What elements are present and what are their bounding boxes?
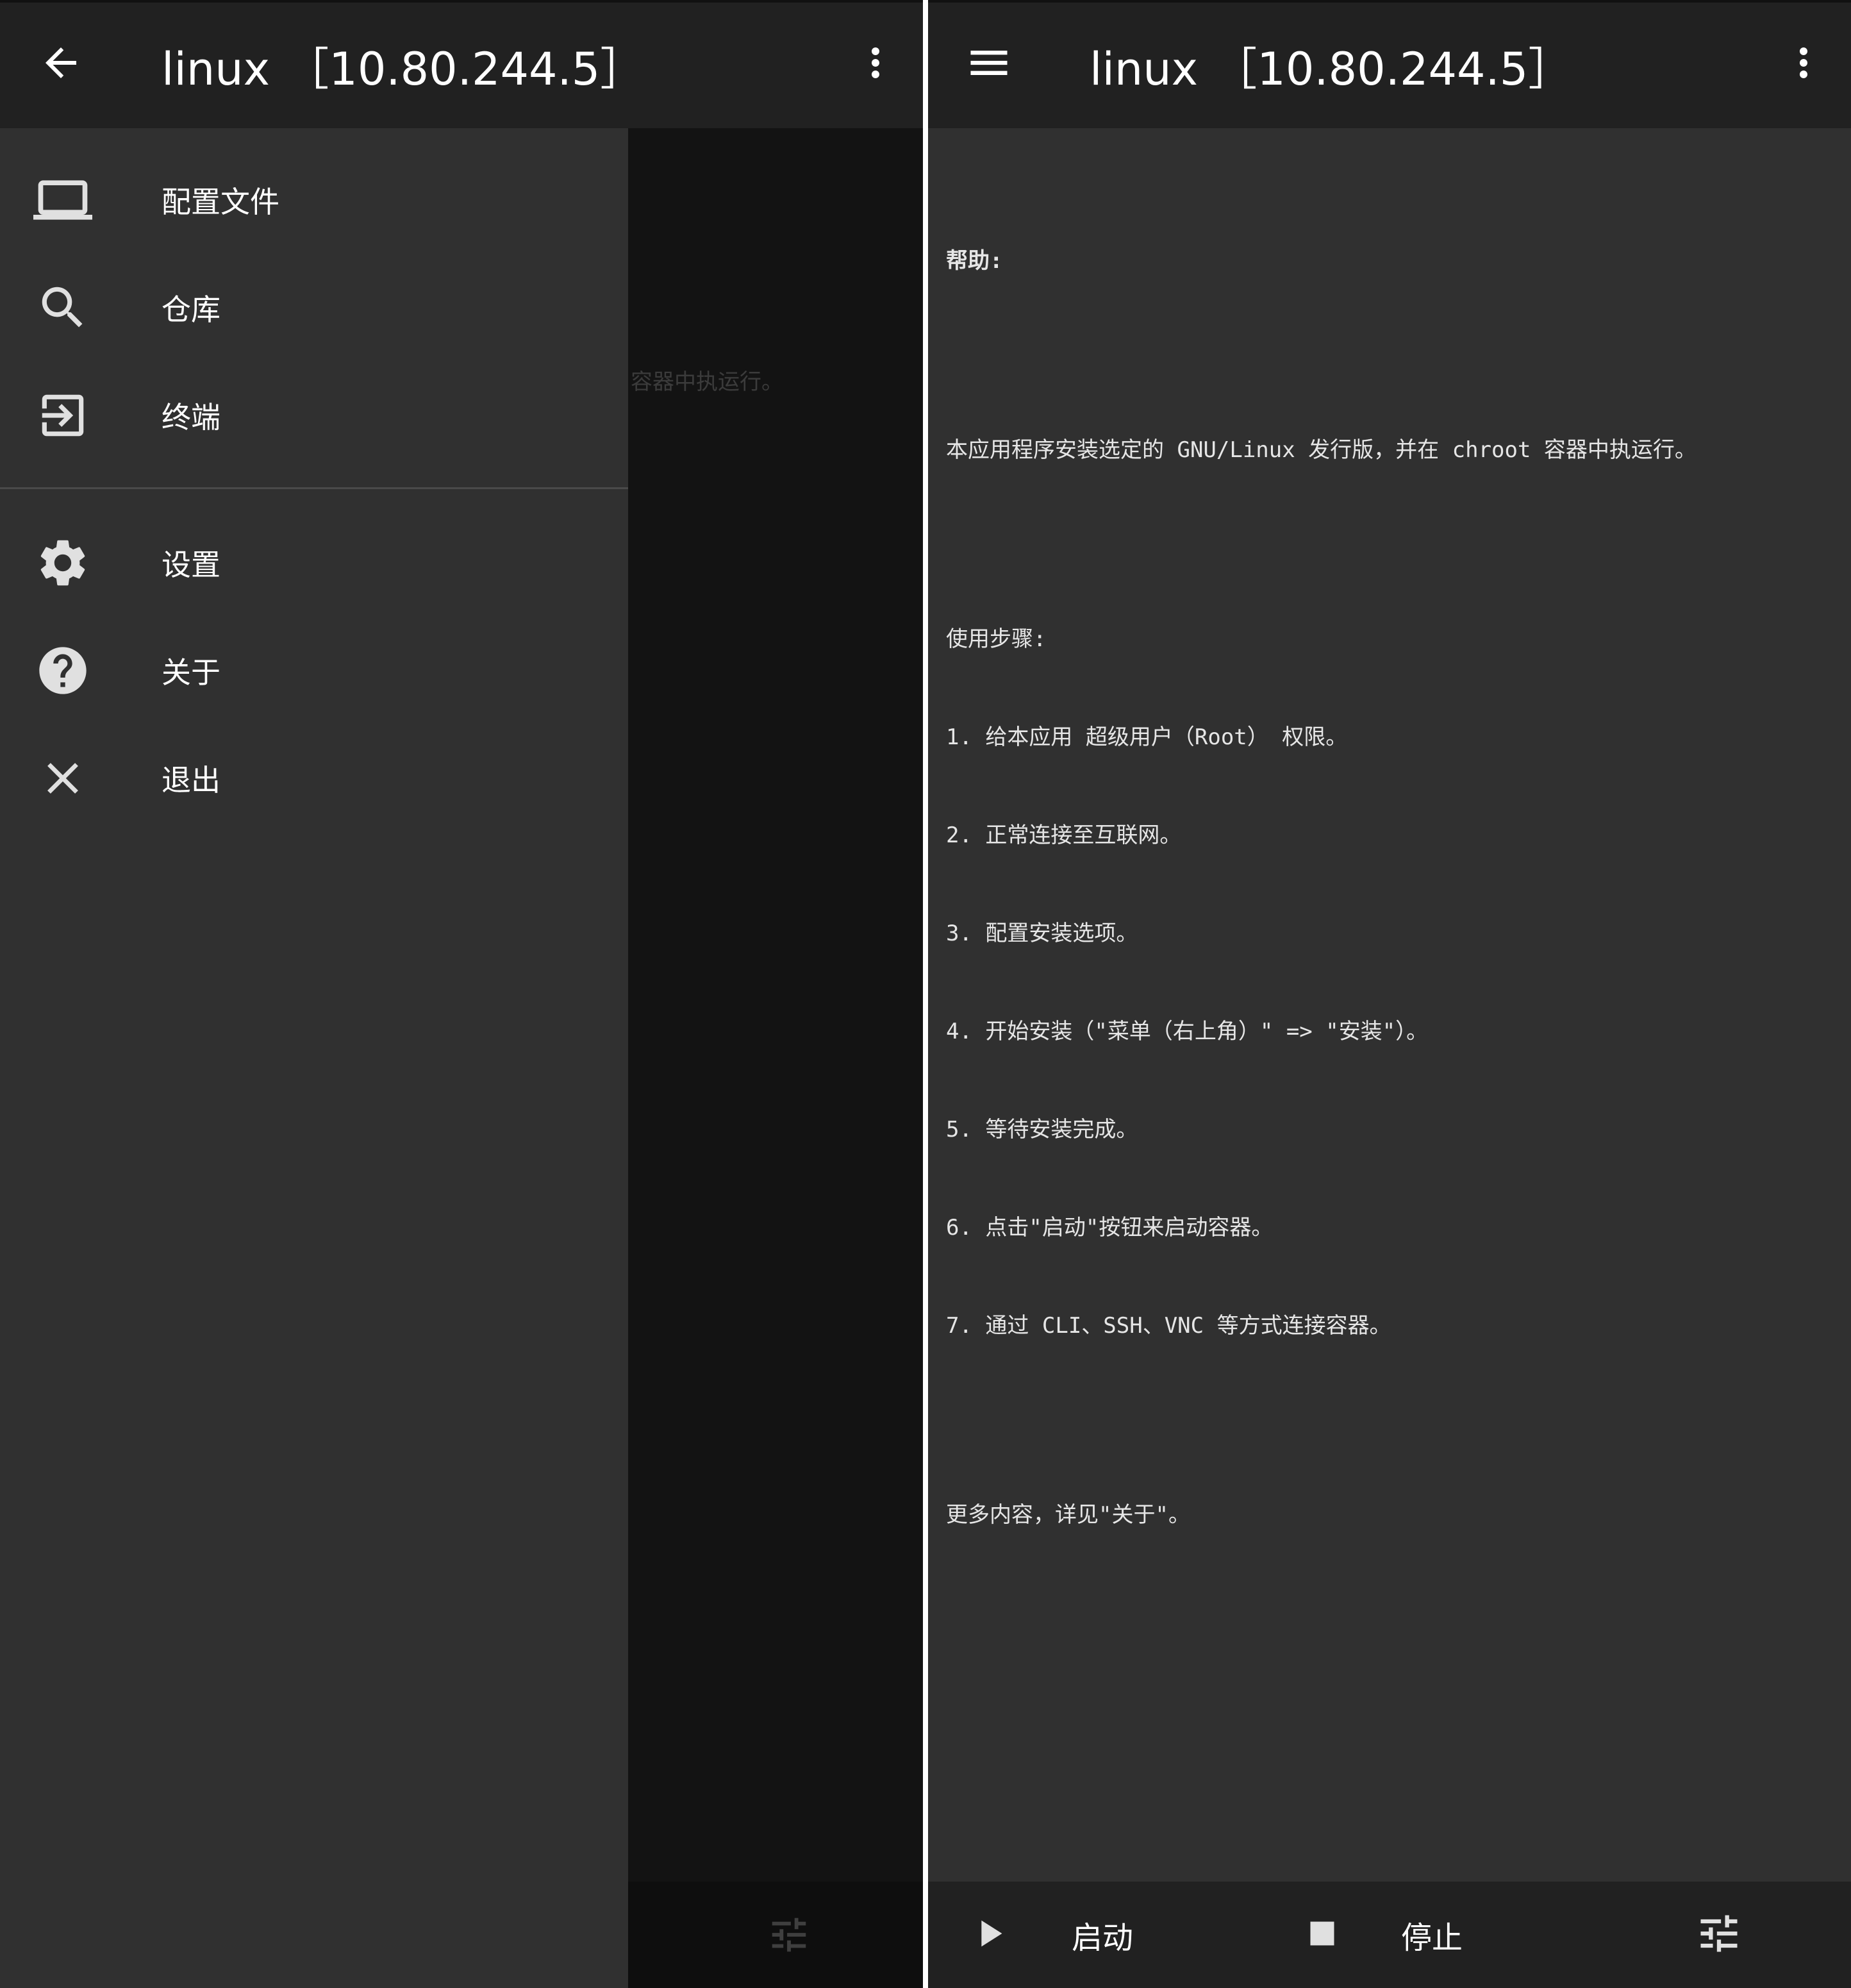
step-item: 3. 配置安装选项。: [946, 921, 1138, 946]
drawer-divider: [0, 487, 628, 489]
drawer-item-about[interactable]: 关于: [0, 617, 628, 724]
stop-label: 停止: [1401, 1920, 1463, 1956]
drawer-item-label: 设置: [162, 547, 220, 582]
background-help-fragment: 容器中执运行。: [631, 369, 783, 395]
help-text: 帮助: 本应用程序安装选定的 GNU/Linux 发行版，并在 chroot 容…: [946, 180, 1837, 1597]
drawer-item-settings[interactable]: 设置: [0, 509, 628, 617]
tune-button[interactable]: [1695, 1882, 1743, 1988]
step-item: 1. 给本应用 超级用户（Root） 权限。: [946, 724, 1348, 750]
drawer-item-label: 退出: [162, 763, 220, 798]
login-icon: [31, 390, 95, 441]
step-item: 7. 通过 CLI、SSH、VNC 等方式连接容器。: [946, 1313, 1391, 1339]
stop-icon: [1299, 1910, 1363, 1960]
stop-button[interactable]: 停止: [1299, 1882, 1463, 1988]
navigation-drawer: 配置文件 仓库 终端 设置 关于 退出: [0, 128, 628, 1988]
search-icon: [31, 282, 95, 333]
app-title: linux ［10.80.244.5］: [162, 43, 645, 96]
drawer-item-label: 终端: [162, 400, 220, 435]
app-bar: linux ［10.80.244.5］: [928, 0, 1851, 128]
menu-icon: [965, 38, 1013, 90]
arrow-back-icon: [38, 40, 84, 88]
drawer-item-profiles[interactable]: 配置文件: [0, 146, 628, 254]
drawer-item-exit[interactable]: 退出: [0, 724, 628, 832]
step-item: 6. 点击"启动"按钮来启动容器。: [946, 1215, 1274, 1240]
step-item: 2. 正常连接至互联网。: [946, 823, 1182, 848]
step-item: 5. 等待安装完成。: [946, 1117, 1138, 1142]
steps-heading: 使用步骤:: [946, 626, 1047, 652]
drawer-item-label: 配置文件: [162, 185, 279, 219]
drawer-item-repository[interactable]: 仓库: [0, 254, 628, 362]
tune-icon: [767, 1912, 811, 1960]
close-icon: [31, 753, 95, 804]
app-bar: linux ［10.80.244.5］: [0, 0, 923, 128]
menu-button[interactable]: [954, 38, 1024, 90]
help-content[interactable]: 帮助: 本应用程序安装选定的 GNU/Linux 发行版，并在 chroot 容…: [928, 128, 1851, 1882]
start-label: 启动: [1072, 1920, 1134, 1956]
overflow-menu-button[interactable]: [1784, 38, 1823, 90]
left-screen: 容器中执运行。 linux ［10.80.244.5］ 配置文件 仓库 终端 设…: [0, 0, 923, 1988]
tune-icon: [1695, 1909, 1743, 1960]
bottom-action-bar: 启动 停止: [928, 1882, 1851, 1988]
step-item: 4. 开始安装（"菜单（右上角）" => "安装"）。: [946, 1019, 1429, 1044]
help-heading: 帮助:: [946, 248, 1003, 274]
more-vert-icon: [852, 40, 899, 88]
gear-icon: [31, 537, 95, 589]
laptop-icon: [31, 174, 95, 226]
help-more: 更多内容，详见"关于"。: [946, 1502, 1190, 1528]
start-button[interactable]: 启动: [967, 1882, 1133, 1988]
drawer-item-label: 仓库: [162, 292, 220, 327]
app-title: linux ［10.80.244.5］: [1090, 43, 1573, 96]
back-button[interactable]: [26, 38, 96, 90]
help-icon: [31, 645, 95, 696]
play-icon: [967, 1911, 1031, 1959]
more-vert-icon: [1780, 40, 1827, 88]
right-screen: linux ［10.80.244.5］ 帮助: 本应用程序安装选定的 GNU/L…: [928, 0, 1851, 1988]
drawer-item-label: 关于: [162, 655, 220, 690]
drawer-item-terminal[interactable]: 终端: [0, 362, 628, 469]
help-description: 本应用程序安装选定的 GNU/Linux 发行版，并在 chroot 容器中执运…: [946, 437, 1697, 463]
overflow-menu-button[interactable]: [856, 38, 895, 90]
